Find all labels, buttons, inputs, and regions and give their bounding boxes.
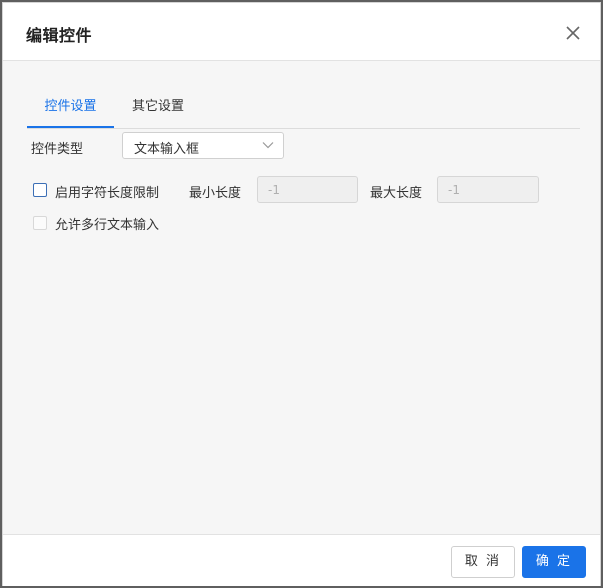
min-length-label: 最小长度 (189, 186, 242, 201)
close-button[interactable] (564, 24, 582, 42)
min-length-input[interactable] (257, 176, 358, 203)
dialog-title: 编辑控件 (26, 26, 93, 45)
multiline-checkbox[interactable] (33, 216, 47, 230)
dialog-header: 编辑控件 (3, 3, 600, 61)
max-length-input[interactable] (437, 176, 539, 203)
control-type-label: 控件类型 (31, 142, 84, 157)
length-limit-checkbox[interactable] (33, 183, 47, 197)
multiline-label: 允许多行文本输入 (55, 218, 160, 233)
cancel-button[interactable]: 取 消 (451, 546, 515, 578)
control-type-select[interactable]: 文本输入框 (122, 132, 284, 159)
length-limit-label: 启用字符长度限制 (55, 186, 160, 201)
tab-bar: 控件设置 其它设置 (27, 91, 580, 129)
max-length-label: 最大长度 (370, 186, 423, 201)
tab-control-settings[interactable]: 控件设置 (27, 91, 114, 128)
chevron-down-icon (262, 142, 274, 149)
dialog-footer: 取 消 确 定 (3, 534, 600, 586)
control-type-value: 文本输入框 (134, 142, 200, 157)
close-icon (566, 26, 580, 40)
tab-other-settings[interactable]: 其它设置 (115, 91, 201, 127)
ok-button[interactable]: 确 定 (522, 546, 586, 578)
edit-control-dialog: 编辑控件 控件设置 其它设置 控件类型 文本输入框 启用字符长度限制 最小长度 … (2, 2, 601, 586)
